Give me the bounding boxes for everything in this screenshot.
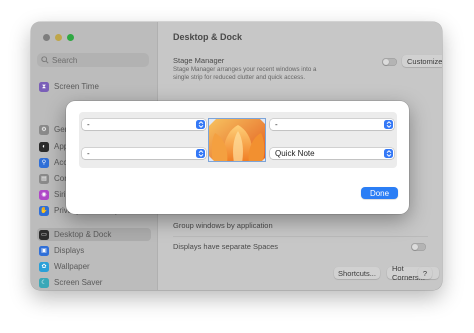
control-centre-icon: ▤: [39, 173, 49, 184]
wallpaper-image: [209, 119, 265, 161]
dock-icon: ▭: [39, 229, 49, 240]
search-icon: [41, 56, 49, 64]
sidebar-item-screen-saver[interactable]: ☾ Screen Saver: [39, 276, 151, 289]
chevron-updown-icon: [196, 120, 205, 129]
screen-saver-icon: ☾: [39, 277, 49, 288]
hand-icon: ✋: [39, 205, 49, 216]
hourglass-icon: ⧗: [39, 81, 49, 92]
sidebar-item-label: Screen Saver: [54, 278, 103, 287]
siri-icon: ◉: [39, 189, 49, 200]
close-window-button[interactable]: [43, 34, 50, 41]
chevron-updown-icon: [384, 120, 393, 129]
top-right-corner-select[interactable]: -: [270, 119, 394, 130]
sidebar-item-screen-time[interactable]: ⧗ Screen Time: [39, 80, 151, 93]
help-button[interactable]: ?: [418, 267, 432, 279]
sidebar-item-wallpaper[interactable]: ✿ Wallpaper: [39, 260, 151, 273]
separate-spaces-toggle[interactable]: [411, 243, 426, 251]
stage-manager-description: Stage Manager arranges your recent windo…: [173, 66, 317, 81]
select-value: -: [275, 120, 278, 129]
display-icon: ▣: [39, 245, 49, 256]
search-input[interactable]: Search: [37, 53, 149, 67]
done-button[interactable]: Done: [361, 187, 398, 199]
sidebar-item-label: Desktop & Dock: [54, 230, 112, 239]
sidebar-item-label: Displays: [54, 246, 85, 255]
gear-icon: ⚙: [39, 124, 49, 135]
chevron-updown-icon: [384, 149, 393, 158]
page-title: Desktop & Dock: [173, 32, 243, 42]
hot-corners-panel: - - - Quick Note: [79, 112, 397, 168]
customize-button[interactable]: Customize...: [402, 55, 442, 67]
accessibility-icon: ⚲: [39, 157, 49, 168]
shortcuts-button[interactable]: Shortcuts...: [334, 267, 380, 279]
bottom-right-corner-select[interactable]: Quick Note: [270, 148, 394, 159]
search-placeholder: Search: [52, 55, 78, 65]
select-value: -: [87, 120, 90, 129]
chevron-updown-icon: [196, 149, 205, 158]
appearance-icon: ◐: [39, 141, 49, 152]
sidebar-item-label: Screen Time: [54, 82, 99, 91]
desktop-preview: [208, 118, 266, 162]
sidebar-item-label: Wallpaper: [54, 262, 90, 271]
select-value: Quick Note: [275, 149, 315, 158]
group-windows-label: Group windows by application: [173, 221, 273, 230]
sidebar-item-desktop-dock[interactable]: ▭ Desktop & Dock: [37, 228, 151, 241]
select-value: -: [87, 149, 90, 158]
stage-manager-title: Stage Manager: [173, 56, 225, 65]
wallpaper-icon: ✿: [39, 261, 49, 272]
minimize-window-button[interactable]: [55, 34, 62, 41]
hot-corners-sheet: - - - Quick Note Done: [66, 101, 409, 214]
divider: [173, 236, 428, 237]
top-left-corner-select[interactable]: -: [82, 119, 206, 130]
stage-manager-toggle[interactable]: [382, 58, 397, 66]
sidebar-item-displays[interactable]: ▣ Displays: [39, 244, 151, 257]
bottom-left-corner-select[interactable]: -: [82, 148, 206, 159]
separate-spaces-label: Displays have separate Spaces: [173, 242, 279, 251]
zoom-window-button[interactable]: [67, 34, 74, 41]
